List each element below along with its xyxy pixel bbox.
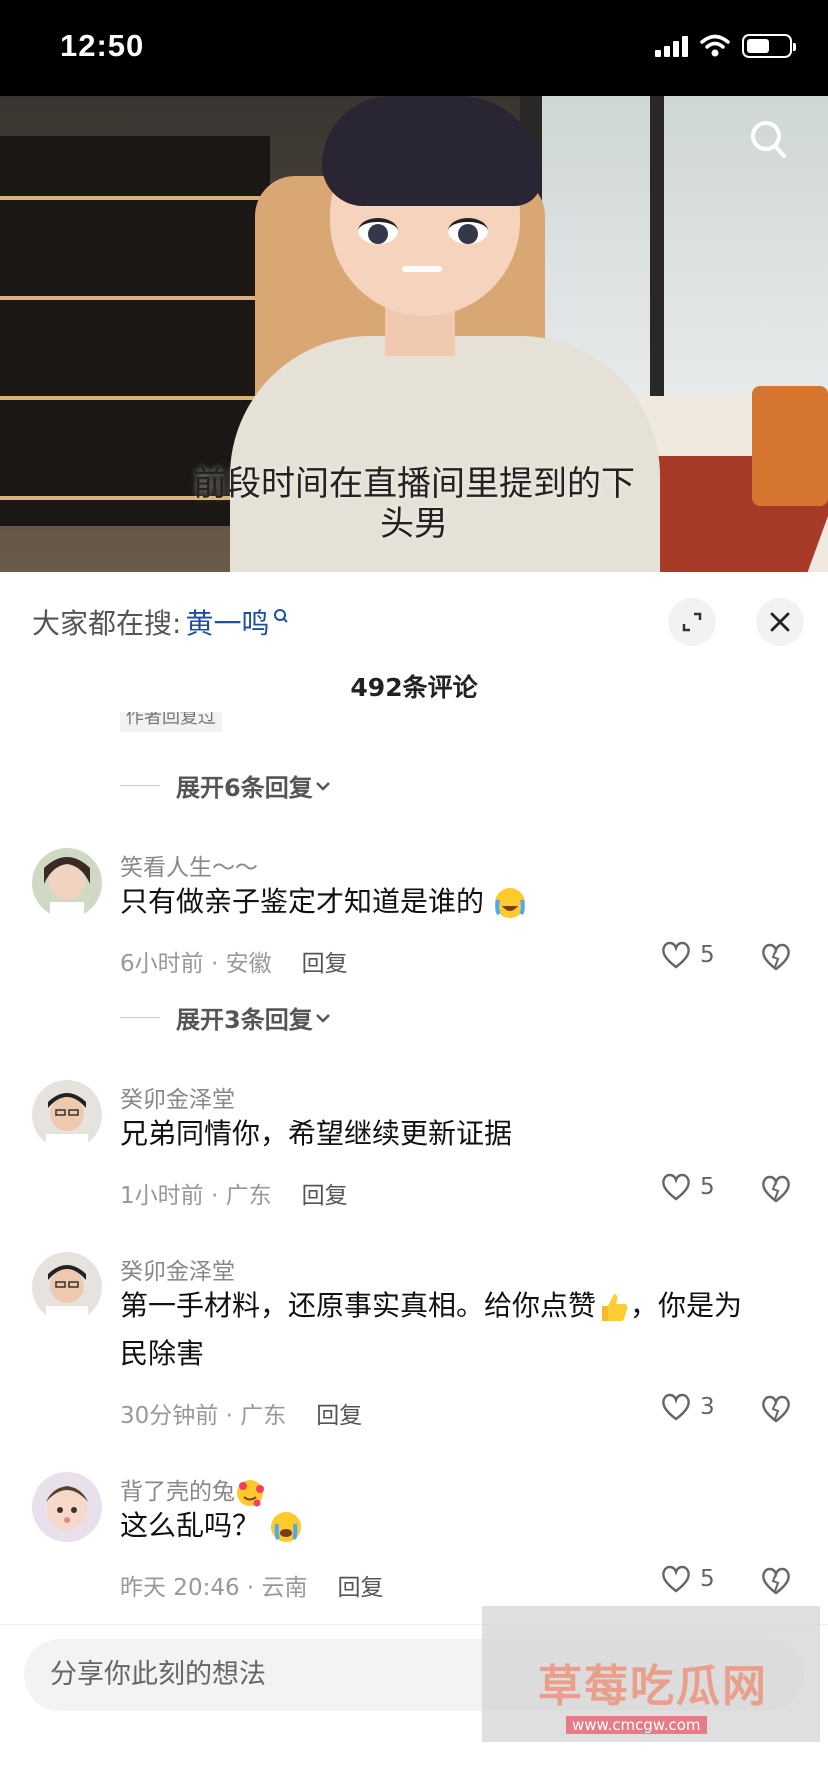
reply-button[interactable]: 回复 xyxy=(316,1396,362,1430)
expand-replies-label: 展开6条回复 xyxy=(176,774,313,802)
sob-laugh-emoji-icon xyxy=(494,888,525,918)
avatar-eye xyxy=(358,218,398,244)
heart-icon xyxy=(662,941,690,969)
avatar[interactable] xyxy=(32,1080,102,1150)
expand-replies[interactable]: 展开3条回复 xyxy=(120,1000,333,1035)
like-button[interactable]: 5 xyxy=(660,1564,715,1594)
reply-button[interactable]: 回复 xyxy=(302,944,348,978)
close-icon xyxy=(770,612,790,632)
comment-time-location: 昨天 20:46 · 云南 xyxy=(120,1575,308,1601)
trending-search-prefix: 大家都在搜: xyxy=(32,607,182,640)
like-count: 5 xyxy=(700,1174,715,1200)
expand-replies[interactable]: 展开6条回复 xyxy=(120,768,333,803)
status-time: 12:50 xyxy=(60,28,145,63)
watermark: 草莓吃瓜网 www.cmcgw.com xyxy=(482,1606,820,1742)
trending-search-keyword[interactable]: 黄一鸣 xyxy=(185,602,269,642)
reply-button[interactable]: 回复 xyxy=(302,1176,348,1210)
close-button[interactable] xyxy=(756,598,804,646)
dislike-icon[interactable] xyxy=(760,1394,792,1424)
heart-icon xyxy=(662,1565,690,1593)
trending-search[interactable]: 大家都在搜: 黄一鸣 xyxy=(32,602,289,642)
comment-username[interactable]: 癸卯金泽堂 xyxy=(120,1080,235,1114)
comment-meta: 6小时前 · 安徽 回复 xyxy=(120,944,348,978)
comment-count: 492条评论 xyxy=(350,673,478,702)
like-button[interactable]: 5 xyxy=(660,940,715,970)
dislike-icon[interactable] xyxy=(760,1566,792,1596)
chevron-down-icon xyxy=(315,1013,330,1023)
comment-text: 这么乱吗？ xyxy=(120,1502,780,1550)
comment-time-location: 1小时前 · 广东 xyxy=(120,1183,272,1209)
battery-icon xyxy=(742,34,796,58)
video-player[interactable]: 前段时间在直播间里提到的下 头男 xyxy=(0,96,828,572)
search-icon[interactable] xyxy=(740,116,788,164)
search-icon xyxy=(274,609,289,623)
expand-button[interactable] xyxy=(668,598,716,646)
avatar[interactable] xyxy=(32,1472,102,1542)
comment-meta: 昨天 20:46 · 云南 回复 xyxy=(120,1568,384,1602)
status-bar: 12:50 xyxy=(0,0,828,96)
chevron-down-icon xyxy=(315,781,330,791)
author-replied-label: 作者回复过 xyxy=(120,712,222,732)
subtitle-line: 前段时间在直播间里提到的下 xyxy=(193,464,635,504)
dislike-icon[interactable] xyxy=(760,1174,792,1204)
avatar[interactable] xyxy=(32,1252,102,1322)
like-count: 5 xyxy=(700,1566,715,1592)
heart-icon xyxy=(662,1173,690,1201)
watermark-title: 草莓吃瓜网 xyxy=(538,1661,768,1712)
like-count: 5 xyxy=(700,942,715,968)
comment-text: 只有做亲子鉴定才知道是谁的 xyxy=(120,878,780,926)
comment-username[interactable]: 笑看人生～～ xyxy=(120,848,258,882)
comment-text: 第一手材料，还原事实真相。给你点赞 ，你是为 民除害 xyxy=(120,1289,743,1370)
like-button[interactable]: 5 xyxy=(660,1172,715,1202)
watermark-url: www.cmcgw.com xyxy=(566,1716,707,1734)
status-icons xyxy=(655,34,796,58)
expand-icon xyxy=(682,612,702,632)
comment-meta: 30分钟前 · 广东 回复 xyxy=(120,1396,362,1430)
avatar[interactable] xyxy=(32,848,102,918)
comment-time-location: 30分钟前 · 广东 xyxy=(120,1403,287,1429)
wifi-icon xyxy=(700,34,730,57)
comment-text: 兄弟同情你，希望继续更新证据 xyxy=(120,1117,513,1150)
thumbs-up-emoji-icon xyxy=(602,1294,628,1321)
crying-emoji-icon xyxy=(270,1512,301,1542)
heart-icon xyxy=(662,1393,690,1421)
avatar-hair xyxy=(322,96,542,206)
comment-time-location: 6小时前 · 安徽 xyxy=(120,951,272,977)
reply-button[interactable]: 回复 xyxy=(338,1568,384,1602)
video-subtitle: 前段时间在直播间里提到的下 头男 xyxy=(0,464,828,544)
dislike-icon[interactable] xyxy=(760,942,792,972)
subtitle-line: 头男 xyxy=(380,504,448,544)
expand-replies-label: 展开3条回复 xyxy=(176,1006,313,1034)
avatar-eye xyxy=(448,218,488,244)
comment-username[interactable]: 癸卯金泽堂 xyxy=(120,1252,235,1286)
cellular-signal-icon xyxy=(655,35,688,57)
comment-meta: 1小时前 · 广东 回复 xyxy=(120,1176,348,1210)
like-count: 3 xyxy=(700,1394,715,1420)
like-button[interactable]: 3 xyxy=(660,1392,715,1422)
